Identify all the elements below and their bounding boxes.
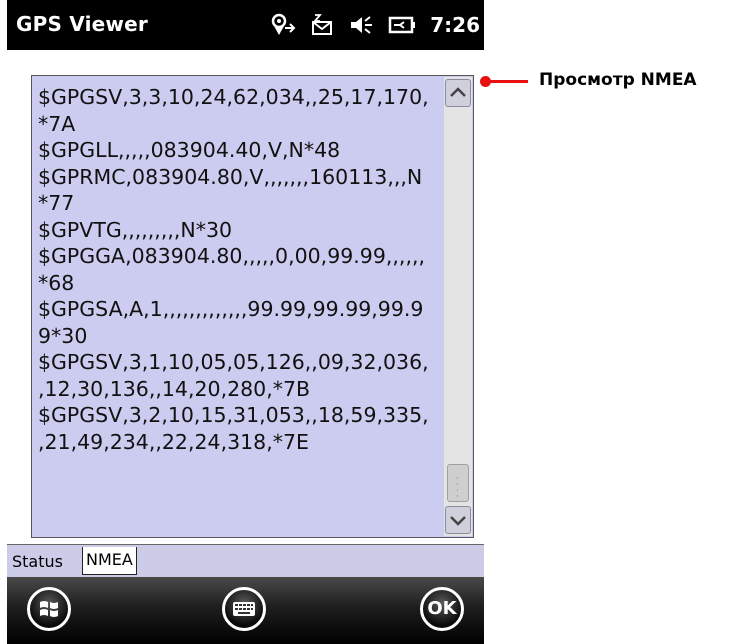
keyboard-button[interactable] <box>222 587 266 631</box>
nmea-textarea[interactable]: $GPGSV,3,3,10,24,62,034,,25,17,170, *7A … <box>31 75 474 538</box>
status-icons: 7:26 <box>268 10 480 40</box>
app-title: GPS Viewer <box>16 12 148 36</box>
keyboard-icon <box>233 602 255 616</box>
start-button[interactable] <box>27 587 71 631</box>
ok-button[interactable]: OK <box>420 587 464 631</box>
vertical-scrollbar[interactable]: · · · · <box>444 77 472 536</box>
title-bar: GPS Viewer 7:26 <box>7 0 484 50</box>
battery-icon[interactable] <box>388 14 416 36</box>
chevron-up-icon <box>450 87 466 97</box>
volume-icon[interactable] <box>348 13 374 37</box>
tab-strip: Status NMEA <box>7 544 484 578</box>
content-area: $GPGSV,3,3,10,24,62,034,,25,17,170, *7A … <box>7 50 484 544</box>
scroll-thumb[interactable]: · · · · <box>447 464 469 502</box>
nmea-text: $GPGSV,3,3,10,24,62,034,,25,17,170, *7A … <box>38 85 429 454</box>
scroll-down-button[interactable] <box>445 506 471 534</box>
scroll-up-button[interactable] <box>445 79 471 107</box>
chevron-down-icon <box>450 516 466 526</box>
callout-line <box>490 80 528 83</box>
softkey-bar: OK <box>7 577 484 644</box>
mail-icon[interactable] <box>310 13 334 37</box>
clock: 7:26 <box>430 13 480 37</box>
tab-status[interactable]: Status <box>9 549 66 575</box>
gps-sync-icon[interactable] <box>268 12 296 38</box>
tab-nmea[interactable]: NMEA <box>82 547 137 575</box>
ok-label: OK <box>427 598 457 619</box>
device-screen: GPS Viewer 7:26 $GPGSV,3,3,10,24,62,034,… <box>7 0 484 644</box>
windows-icon <box>40 601 58 617</box>
grip-icon: · · · · <box>456 474 459 501</box>
callout-label: Просмотр NMEA <box>539 70 697 90</box>
